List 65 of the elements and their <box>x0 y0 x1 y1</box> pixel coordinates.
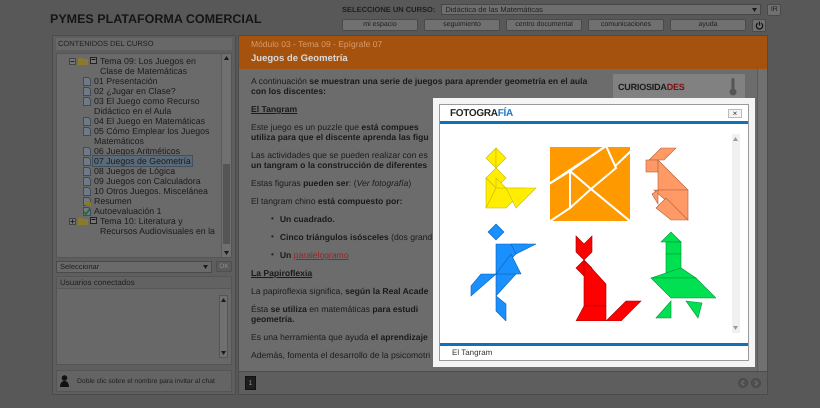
tree-item[interactable]: Tema 10: Literatura y Recursos Audiovisuales en la <box>99 216 219 236</box>
scroll-down-icon <box>221 351 226 355</box>
list-item: Un cuadrado. <box>280 214 335 224</box>
tree-item[interactable]: 01 Presentación <box>93 76 159 86</box>
paragraph: Este juego es un puzzle que está compues utiliza para que el discente aprenda las figu <box>251 122 429 142</box>
tree-item[interactable]: 05 Cómo Emplear los Juegos Matemáticos <box>93 126 219 146</box>
section-heading: La Papiroflexia <box>251 268 312 278</box>
page-title: Juegos de Geometría <box>251 53 349 64</box>
scrollbar[interactable] <box>221 54 231 257</box>
tangram-swan-drawing <box>486 147 537 208</box>
curiosities-banner[interactable]: CURIOSIDADES <box>613 74 745 100</box>
paragraph: El tangram chino está compuesto por: <box>251 196 402 206</box>
photo-caption: El Tangram <box>440 343 748 360</box>
checkbox-icon <box>90 217 97 224</box>
thermometer-icon <box>729 78 737 96</box>
section-heading: El Tangram <box>251 104 298 114</box>
breadcrumb: Módulo 03 - Tema 09 - Epígrafe 07 <box>251 39 384 49</box>
scroll-down-icon <box>733 326 738 330</box>
document-lock-icon <box>83 197 91 206</box>
scrollbar[interactable] <box>757 69 767 371</box>
app-title: PYMES PLATAFORMA COMERCIAL <box>49 10 263 26</box>
power-icon <box>754 20 764 30</box>
paragraph: Es una herramienta que ayuda el aprendizaje <box>251 332 428 342</box>
banner-text: CURIOSIDADES <box>618 82 685 92</box>
scroll-up-icon <box>224 56 229 60</box>
document-check-icon <box>83 207 91 216</box>
tree-item[interactable]: 04 El Juego en Matemáticas <box>93 116 206 126</box>
folder-icon <box>78 217 88 225</box>
scroll-up-icon <box>733 137 738 141</box>
bullet-mark: • <box>271 214 274 224</box>
tree-item[interactable]: 06 Juegos Aritméticos <box>93 146 182 156</box>
folder-icon <box>78 57 88 65</box>
tree-item[interactable]: Resumen <box>93 196 133 206</box>
paragraph: Estas figuras pueden ser: (Ver fotografía) <box>251 178 412 188</box>
paragraph: Además, fomenta el desarrollo de la psicomotri <box>251 350 430 360</box>
scrollbar[interactable] <box>732 134 740 333</box>
tree-item[interactable]: 08 Juegos de Lógica <box>93 166 176 176</box>
bullet-mark: • <box>271 232 274 242</box>
scroll-up-icon <box>221 298 226 302</box>
bullet-mark: • <box>271 250 274 260</box>
dropdown-arrow-icon <box>752 8 758 12</box>
power-button[interactable] <box>752 18 766 32</box>
tree-item[interactable]: 09 Juegos con Calculadora <box>93 176 202 186</box>
list-item: Cinco triángulos isósceles (dos grand <box>280 232 432 242</box>
tree-item[interactable]: 10 Otros Juegos. Miscelánea <box>93 186 209 196</box>
tree-item[interactable]: Tema 09: Los Juegos en Clase de Matemáticas <box>99 56 219 76</box>
paragraph: A continuación se muestran una serie de juegos para aprender geometría en el aula con los discentes: <box>251 76 588 96</box>
photo-logo: FOTOGRAFÍA <box>450 108 513 118</box>
expand-toggle[interactable] <box>69 217 76 225</box>
checkbox-icon <box>90 57 97 64</box>
tree-item[interactable]: 03 El Juego como Recurso Didáctico en el Aula <box>93 96 219 116</box>
tree-item[interactable]: 02 ¿Jugar en Clase? <box>93 86 177 96</box>
person-icon <box>60 375 69 387</box>
collapse-toggle[interactable] <box>69 57 76 65</box>
paragraph: La papiroflexia significa, según la Real Acade <box>251 286 428 296</box>
paragraph: Ésta se utiliza en matemáticas para estudi geometría. <box>251 304 418 324</box>
dropdown-arrow-icon <box>203 264 208 269</box>
list-item: Un paralelogramo <box>280 250 349 260</box>
tree-item[interactable]: 07 Juegos de Geometría <box>93 156 192 166</box>
scroll-down-icon <box>224 250 229 255</box>
paragraph: Las actividades que se pueden realizar con es un tangram o la construcción de diferentes <box>251 150 428 170</box>
tree-item[interactable]: Autoevaluación 1 <box>93 206 162 216</box>
scrollbar[interactable] <box>219 294 228 358</box>
users-title: Usuarios conectados <box>57 276 231 289</box>
close-button[interactable]: × <box>728 108 742 118</box>
